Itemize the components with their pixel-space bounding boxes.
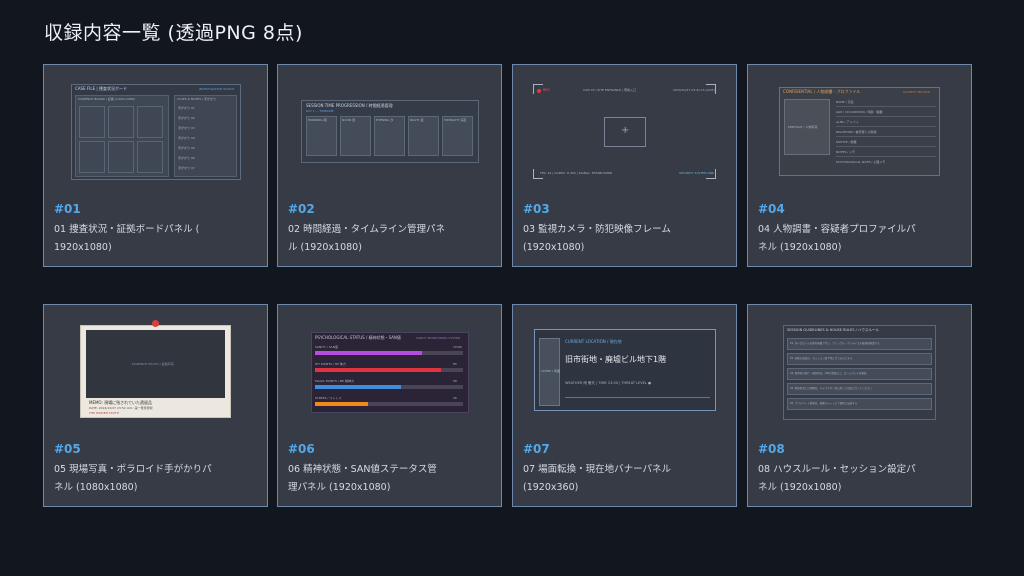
asset-card-08[interactable]: SESSION GUIDELINES & HOUSE RULES / ハウスルー… (747, 304, 972, 507)
thumbnail-sanity-status: PSYCHOLOGICAL STATUS / 精神状態・SAN値 SANITY … (278, 305, 501, 433)
pin-icon (152, 320, 159, 327)
card-title: 03 監視カメラ・防犯映像フレーム (1920x1080) (523, 224, 671, 253)
card-title: 07 場面転換・現在地バナーパネル (1920x360) (523, 464, 672, 493)
thumbnail-camera-frame: REC CAM 03 | SITE ENTRANCE | 現場入口 2024/1… (513, 65, 736, 193)
asset-card-03[interactable]: REC CAM 03 | SITE ENTRANCE | 現場入口 2024/1… (512, 64, 737, 267)
card-number: #01 (54, 202, 81, 216)
thumbnail-suspect-profile: CONFIDENTIAL / 人物調書 - プロファイル SUSPECT PRO… (748, 65, 971, 193)
status-bar-value: 72/99 (453, 345, 462, 349)
status-bar-fill (315, 351, 422, 355)
card-number: #08 (758, 442, 785, 456)
asset-card-07[interactable]: SCENE / 場面 CURRENT LOCATION / 現在地 旧市街地・廃… (512, 304, 737, 507)
asset-card-02[interactable]: SESSION TIME PROGRESSION / 時間経過管理 DAY 1 … (277, 64, 502, 267)
status-bar-fill (315, 368, 441, 372)
status-bar-fill (315, 385, 401, 389)
status-bar-label: SANITY / SAN値 (315, 345, 338, 349)
status-bar-value: 58 (453, 379, 457, 383)
asset-card-05[interactable]: EVIDENCE PHOTO / 証拠写真 MEMO: 現場に残されていた遺留品… (43, 304, 268, 507)
card-number: #02 (288, 202, 315, 216)
card-number: #05 (54, 442, 81, 456)
asset-card-01[interactable]: CASE FILE | 捜査状況ボード INVESTIGATION STATUS… (43, 64, 268, 267)
thumbnail-polaroid: EVIDENCE PHOTO / 証拠写真 MEMO: 現場に残されていた遺留品… (44, 305, 267, 433)
card-title: 04 人物調書・容疑者プロファイルパ ネル (1920x1080) (758, 224, 916, 253)
card-title: 01 捜査状況・証拠ボードパネル ( 1920x1080) (54, 224, 200, 253)
status-bar-fill (315, 402, 369, 406)
asset-card-06[interactable]: PSYCHOLOGICAL STATUS / 精神状態・SAN値 SANITY … (277, 304, 502, 507)
thumbnail-location-banner: SCENE / 場面 CURRENT LOCATION / 現在地 旧市街地・廃… (513, 305, 736, 433)
status-bar-value: 36 (453, 396, 457, 400)
thumbnail-house-rules: SESSION GUIDELINES & HOUSE RULES / ハウスルー… (748, 305, 971, 433)
card-number: #03 (523, 202, 550, 216)
card-title: 02 時間経過・タイムライン管理パネ ル (1920x1080) (288, 224, 445, 253)
status-bar-label: MAGIC POINTS / MP 精神力 (315, 379, 355, 383)
card-title: 05 現場写真・ポラロイド手がかりパ ネル (1080x1080) (54, 464, 212, 493)
crosshair-icon: + (621, 126, 630, 136)
card-title: 08 ハウスルール・セッション設定パ ネル (1920x1080) (758, 464, 916, 493)
thumbnail-timeline: SESSION TIME PROGRESSION / 時間経過管理 DAY 1 … (278, 65, 501, 193)
card-title: 06 精神状態・SAN値ステータス管 理パネル (1920x1080) (288, 464, 437, 493)
card-number: #04 (758, 202, 785, 216)
page-title: 収録内容一覧 (透過PNG 8点) (44, 22, 303, 44)
status-bar-label: HIT POINTS / HP 体力 (315, 362, 346, 366)
asset-card-04[interactable]: CONFIDENTIAL / 人物調書 - プロファイル SUSPECT PRO… (747, 64, 972, 267)
card-number: #07 (523, 442, 550, 456)
status-bar-label: STRESS / ストレス (315, 396, 342, 400)
status-bar-value: 85 (453, 362, 457, 366)
card-number: #06 (288, 442, 315, 456)
thumbnail-evidence-board: CASE FILE | 捜査状況ボード INVESTIGATION STATUS… (44, 65, 267, 193)
